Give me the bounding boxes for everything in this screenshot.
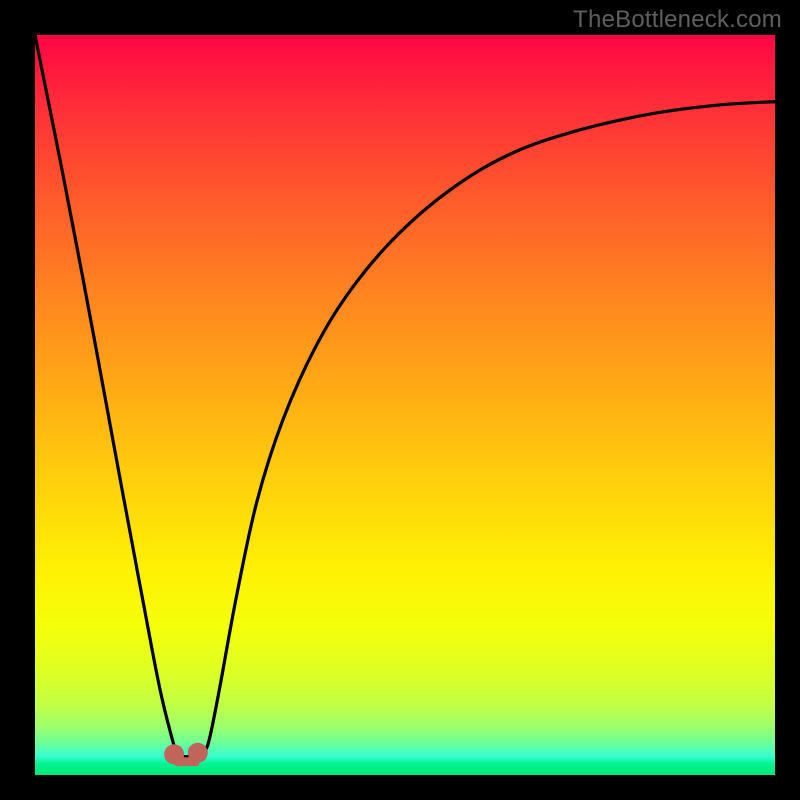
bottleneck-curve-svg xyxy=(35,35,775,775)
plot-area xyxy=(35,35,775,775)
curve-marker xyxy=(164,744,184,764)
bottleneck-curve xyxy=(35,35,775,757)
chart-frame: TheBottleneck.com xyxy=(0,0,800,800)
curve-marker xyxy=(188,743,208,763)
watermark: TheBottleneck.com xyxy=(573,6,782,34)
